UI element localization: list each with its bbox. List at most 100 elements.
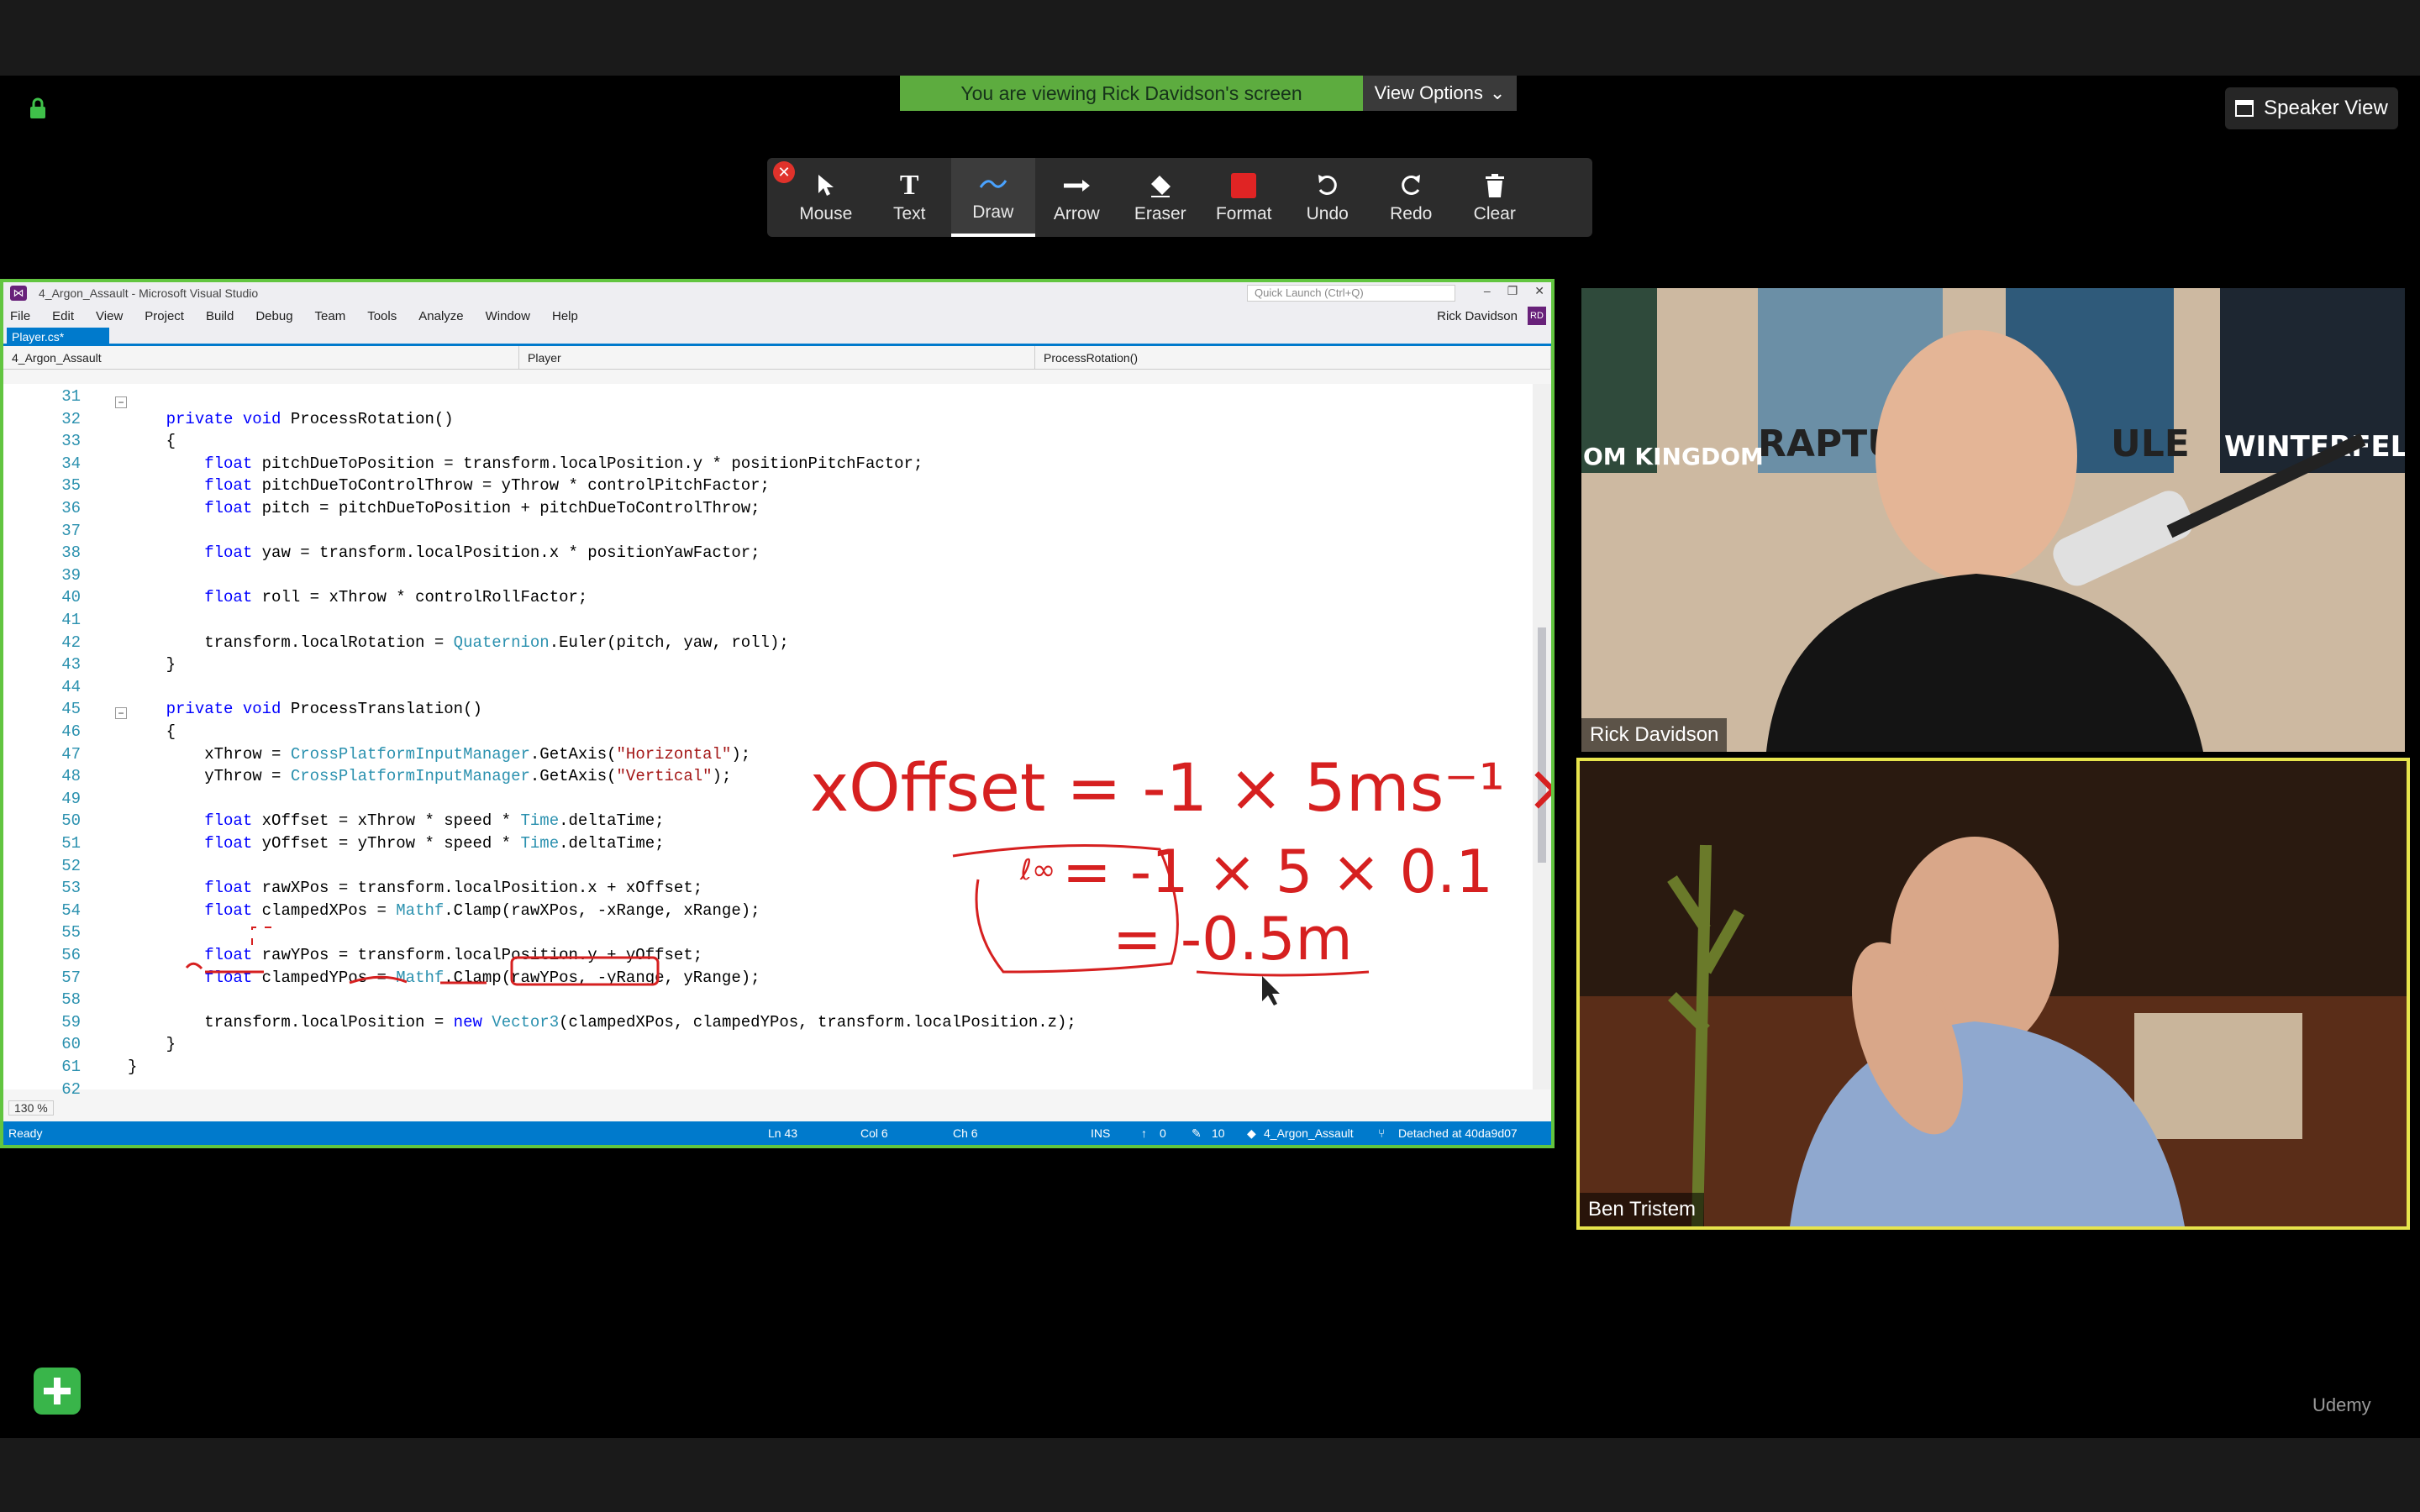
tool-arrow[interactable]: Arrow bbox=[1035, 158, 1119, 237]
status-up-count[interactable]: 0 bbox=[1160, 1126, 1166, 1140]
menu-tools[interactable]: Tools bbox=[367, 309, 397, 323]
nav-member-dropdown[interactable]: ProcessRotation() bbox=[1035, 346, 1551, 370]
menu-edit[interactable]: Edit bbox=[52, 309, 74, 323]
tool-draw[interactable]: Draw bbox=[951, 158, 1035, 237]
code-line[interactable]: 36 float pitch = pitchDueToPosition + pi… bbox=[3, 497, 1516, 520]
code-text[interactable]: } bbox=[128, 1056, 137, 1079]
lock-icon[interactable] bbox=[27, 97, 49, 119]
code-line[interactable]: 48 yThrow = CrossPlatformInputManager.Ge… bbox=[3, 765, 1516, 788]
code-text[interactable]: } bbox=[128, 654, 176, 676]
restore-icon[interactable]: ❐ bbox=[1507, 284, 1518, 298]
code-line[interactable]: 55 bbox=[3, 921, 1516, 944]
status-repo[interactable]: 4_Argon_Assault bbox=[1264, 1126, 1354, 1140]
zoom-level[interactable]: 130 % bbox=[8, 1100, 54, 1116]
quick-launch-input[interactable]: Quick Launch (Ctrl+Q) bbox=[1247, 285, 1455, 302]
participant-video-rick[interactable]: OM KINGDOM RAPTURE ULE WINTERFELL Rick D… bbox=[1581, 288, 2405, 752]
code-line[interactable]: 57 float clampedYPos = Mathf.Clamp(rawYP… bbox=[3, 967, 1516, 990]
code-line[interactable]: 35 float pitchDueToControlThrow = yThrow… bbox=[3, 475, 1516, 497]
code-line[interactable]: 51 float yOffset = yThrow * speed * Time… bbox=[3, 832, 1516, 855]
code-text[interactable]: private void ProcessTranslation() bbox=[128, 698, 482, 721]
code-line[interactable]: 34 float pitchDueToPosition = transform.… bbox=[3, 453, 1516, 475]
code-text[interactable]: float pitch = pitchDueToPosition + pitch… bbox=[128, 497, 760, 520]
code-line[interactable]: 47 xThrow = CrossPlatformInputManager.Ge… bbox=[3, 743, 1516, 766]
nav-project-dropdown[interactable]: 4_Argon_Assault bbox=[3, 346, 519, 370]
code-text[interactable]: float xOffset = xThrow * speed * Time.de… bbox=[128, 810, 664, 832]
add-participant-button[interactable] bbox=[34, 1368, 81, 1415]
code-line[interactable]: 53 float rawXPos = transform.localPositi… bbox=[3, 877, 1516, 900]
menu-project[interactable]: Project bbox=[145, 309, 184, 323]
code-text[interactable]: { bbox=[128, 430, 176, 453]
code-text[interactable]: transform.localRotation = Quaternion.Eul… bbox=[128, 632, 789, 654]
tool-redo[interactable]: Redo bbox=[1370, 158, 1454, 237]
code-text[interactable]: { bbox=[128, 721, 176, 743]
tool-eraser[interactable]: Eraser bbox=[1118, 158, 1202, 237]
code-text[interactable]: float pitchDueToControlThrow = yThrow * … bbox=[128, 475, 770, 497]
code-line[interactable]: 43 } bbox=[3, 654, 1516, 676]
status-branch[interactable]: Detached at 40da9d07 bbox=[1398, 1126, 1518, 1140]
code-text[interactable]: float rawXPos = transform.localPosition.… bbox=[128, 877, 702, 900]
code-line[interactable]: 42 transform.localRotation = Quaternion.… bbox=[3, 632, 1516, 654]
view-options-button[interactable]: View Options ⌄ bbox=[1363, 76, 1517, 111]
menu-file[interactable]: File bbox=[10, 309, 30, 323]
status-edit-count[interactable]: 10 bbox=[1212, 1126, 1225, 1140]
tool-clear[interactable]: Clear bbox=[1453, 158, 1537, 237]
code-line[interactable]: 32 private void ProcessRotation() bbox=[3, 408, 1516, 431]
code-text[interactable]: float pitchDueToPosition = transform.loc… bbox=[128, 453, 923, 475]
code-line[interactable]: 37 bbox=[3, 520, 1516, 543]
code-text[interactable]: float roll = xThrow * controlRollFactor; bbox=[128, 586, 587, 609]
code-line[interactable]: 46 { bbox=[3, 721, 1516, 743]
tool-undo[interactable]: Undo bbox=[1286, 158, 1370, 237]
menu-build[interactable]: Build bbox=[206, 309, 234, 323]
code-line[interactable]: 61} bbox=[3, 1056, 1516, 1079]
code-line[interactable]: 33 { bbox=[3, 430, 1516, 453]
code-line[interactable]: 39 bbox=[3, 564, 1516, 587]
code-text[interactable]: float rawYPos = transform.localPosition.… bbox=[128, 944, 702, 967]
code-line[interactable]: 59 transform.localPosition = new Vector3… bbox=[3, 1011, 1516, 1034]
code-editor[interactable]: 31 32 private void ProcessRotation() 33 {3… bbox=[3, 384, 1551, 1099]
code-text[interactable]: float yaw = transform.localPosition.x * … bbox=[128, 542, 760, 564]
menu-team[interactable]: Team bbox=[315, 309, 346, 323]
scrollbar-thumb[interactable] bbox=[1538, 627, 1546, 863]
menu-analyze[interactable]: Analyze bbox=[418, 309, 463, 323]
code-line[interactable]: 38 float yaw = transform.localPosition.x… bbox=[3, 542, 1516, 564]
code-text[interactable]: yThrow = CrossPlatformInputManager.GetAx… bbox=[128, 765, 731, 788]
tool-mouse[interactable]: Mouse bbox=[784, 158, 868, 237]
tool-format[interactable]: Format bbox=[1202, 158, 1286, 237]
code-line[interactable]: 60 } bbox=[3, 1033, 1516, 1056]
code-line[interactable]: 54 float clampedXPos = Mathf.Clamp(rawXP… bbox=[3, 900, 1516, 922]
speaker-view-button[interactable]: Speaker View bbox=[2225, 87, 2398, 129]
tool-text[interactable]: T Text bbox=[868, 158, 952, 237]
code-text[interactable]: xThrow = CrossPlatformInputManager.GetAx… bbox=[128, 743, 750, 766]
code-line[interactable]: 58 bbox=[3, 989, 1516, 1011]
close-icon[interactable]: ✕ bbox=[1534, 284, 1544, 298]
close-icon[interactable]: ✕ bbox=[773, 161, 795, 183]
code-line[interactable]: 45 private void ProcessTranslation() bbox=[3, 698, 1516, 721]
menu-debug[interactable]: Debug bbox=[255, 309, 292, 323]
menu-help[interactable]: Help bbox=[552, 309, 578, 323]
menu-window[interactable]: Window bbox=[486, 309, 530, 323]
nav-class-dropdown[interactable]: Player bbox=[519, 346, 1035, 370]
code-text[interactable]: float clampedYPos = Mathf.Clamp(rawYPos,… bbox=[128, 967, 760, 990]
minimize-icon[interactable]: – bbox=[1484, 284, 1491, 298]
code-text[interactable]: float yOffset = yThrow * speed * Time.de… bbox=[128, 832, 664, 855]
code-line[interactable]: 49 bbox=[3, 788, 1516, 811]
code-text[interactable]: float clampedXPos = Mathf.Clamp(rawXPos,… bbox=[128, 900, 760, 922]
code-line[interactable]: 62 bbox=[3, 1079, 1516, 1101]
collapse-toggle[interactable]: − bbox=[115, 707, 127, 719]
code-text[interactable]: transform.localPosition = new Vector3(cl… bbox=[128, 1011, 1076, 1034]
code-line[interactable]: 50 float xOffset = xThrow * speed * Time… bbox=[3, 810, 1516, 832]
code-text[interactable]: private void ProcessRotation() bbox=[128, 408, 454, 431]
avatar[interactable]: RD bbox=[1528, 307, 1546, 325]
code-line[interactable]: 41 bbox=[3, 609, 1516, 632]
code-line[interactable]: 40 float roll = xThrow * controlRollFact… bbox=[3, 586, 1516, 609]
participant-video-ben[interactable]: Ben Tristem bbox=[1576, 758, 2410, 1230]
user-name[interactable]: Rick Davidson bbox=[1437, 309, 1518, 323]
vertical-scrollbar[interactable] bbox=[1533, 384, 1551, 1089]
menu-view[interactable]: View bbox=[96, 309, 123, 323]
code-line[interactable]: 31 bbox=[3, 386, 1516, 408]
collapse-toggle[interactable]: − bbox=[115, 396, 127, 408]
code-line[interactable]: 56 float rawYPos = transform.localPositi… bbox=[3, 944, 1516, 967]
code-text[interactable]: } bbox=[128, 1033, 176, 1056]
code-line[interactable]: 52 bbox=[3, 855, 1516, 878]
tab-player-cs[interactable]: Player.cs* bbox=[7, 328, 109, 346]
